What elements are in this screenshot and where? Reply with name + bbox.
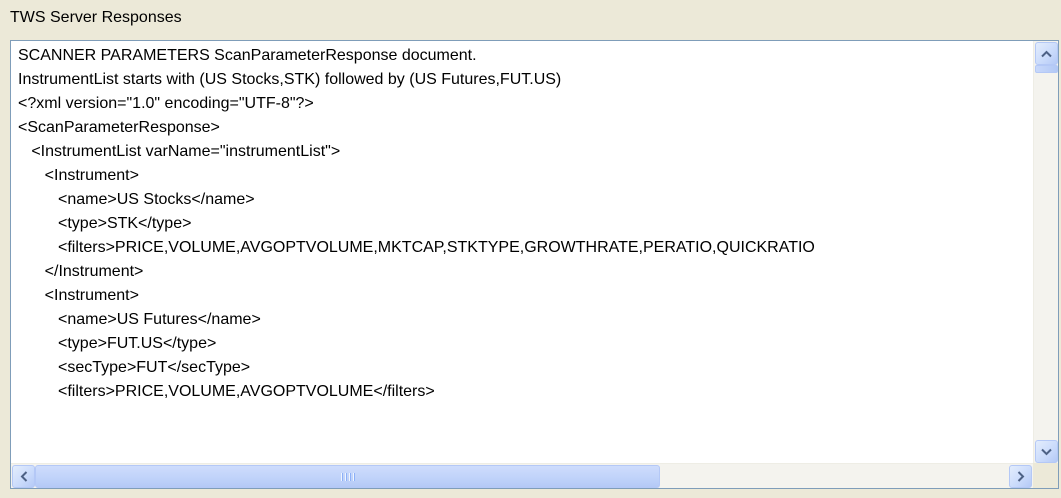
text-line: SCANNER PARAMETERS ScanParameterResponse… — [18, 47, 477, 64]
horizontal-scrollbar[interactable] — [11, 463, 1033, 488]
scroll-down-button[interactable] — [1035, 440, 1058, 463]
vertical-scroll-thumb[interactable] — [1035, 65, 1058, 73]
text-line: <type>STK</type> — [18, 215, 192, 232]
text-line: <name>US Stocks</name> — [18, 191, 255, 208]
text-line: <InstrumentList varName="instrumentList"… — [18, 143, 341, 160]
scroll-left-button[interactable] — [12, 465, 35, 488]
server-responses-textarea[interactable]: SCANNER PARAMETERS ScanParameterResponse… — [10, 40, 1059, 489]
text-line: <filters>PRICE,VOLUME,AVGOPTVOLUME</filt… — [18, 383, 435, 400]
vertical-scrollbar[interactable] — [1033, 41, 1058, 464]
text-line: <secType>FUT</secType> — [18, 359, 251, 376]
text-line: <?xml version="1.0" encoding="UTF-8"?> — [18, 95, 314, 112]
arrow-left-icon — [20, 471, 27, 482]
text-line: <Instrument> — [18, 287, 139, 304]
scroll-up-button[interactable] — [1035, 42, 1058, 65]
arrow-up-icon — [1041, 50, 1052, 57]
text-line: </Instrument> — [18, 263, 144, 280]
text-line: <filters>PRICE,VOLUME,AVGOPTVOLUME,MKTCA… — [18, 239, 815, 256]
horizontal-scroll-thumb[interactable] — [35, 465, 660, 488]
text-viewport[interactable]: SCANNER PARAMETERS ScanParameterResponse… — [11, 41, 1033, 464]
text-line: <Instrument> — [18, 167, 139, 184]
scroll-right-button[interactable] — [1009, 465, 1032, 488]
text-line: <ScanParameterResponse> — [18, 119, 220, 136]
arrow-down-icon — [1041, 448, 1052, 455]
scrollbar-corner — [1033, 463, 1058, 488]
tws-server-responses-panel: TWS Server Responses SCANNER PARAMETERS … — [0, 0, 1061, 498]
text-line: <name>US Futures</name> — [18, 311, 261, 328]
text-lines: SCANNER PARAMETERS ScanParameterResponse… — [18, 44, 815, 404]
arrow-right-icon — [1017, 471, 1024, 482]
text-line: <type>FUT.US</type> — [18, 335, 217, 352]
text-line: InstrumentList starts with (US Stocks,ST… — [18, 71, 562, 88]
group-title: TWS Server Responses — [10, 9, 182, 26]
scroll-grip-icon — [340, 472, 355, 481]
